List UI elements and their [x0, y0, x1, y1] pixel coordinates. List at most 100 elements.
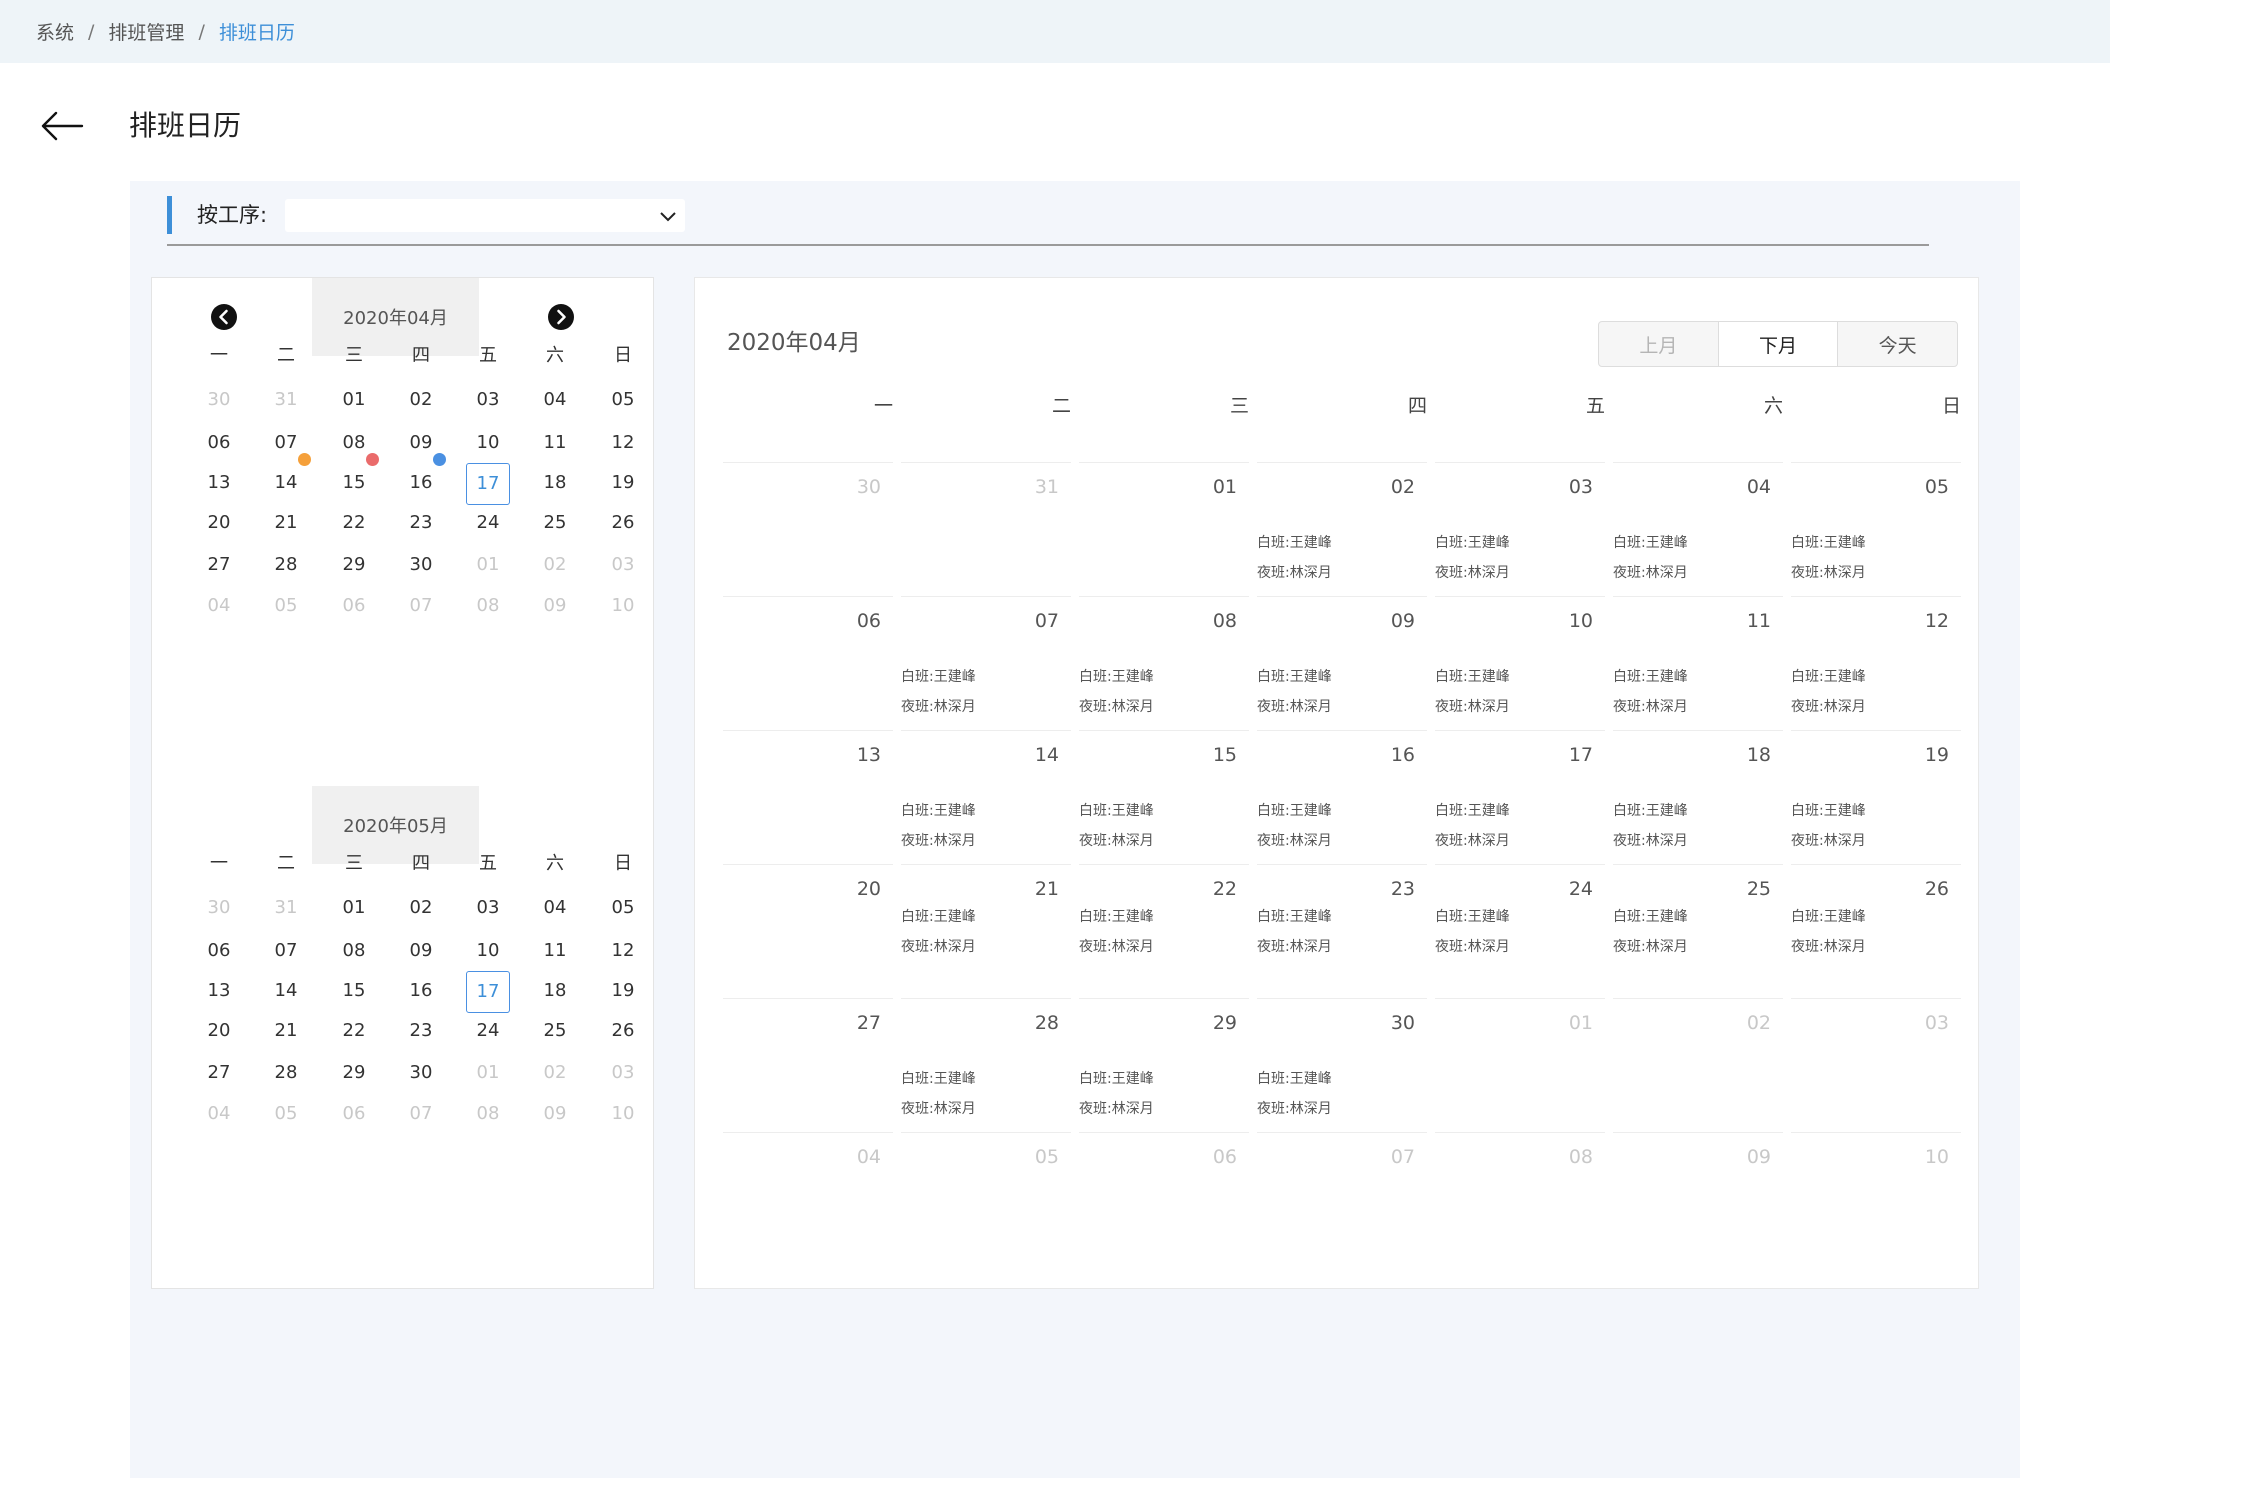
mini-calendar-day[interactable]: 28: [264, 545, 308, 585]
mini-calendar-day[interactable]: 30: [197, 380, 241, 420]
calendar-day-cell[interactable]: 14 白班:王建峰 夜班:林深月: [901, 730, 1071, 864]
mini-calendar-day[interactable]: 28: [264, 1053, 308, 1093]
mini-calendar-day[interactable]: 21: [264, 503, 308, 543]
mini-calendar-day[interactable]: 07: [399, 1094, 443, 1134]
mini-calendar-day[interactable]: 05: [601, 888, 645, 928]
mini-calendar-day[interactable]: 16: [399, 971, 443, 1011]
mini-calendar-day[interactable]: 19: [601, 971, 645, 1011]
calendar-day-cell[interactable]: 04 白班:王建峰 夜班:林深月: [1613, 462, 1783, 596]
mini-calendar-day[interactable]: 13: [197, 463, 241, 503]
calendar-day-cell[interactable]: 08: [1435, 1132, 1605, 1266]
mini-calendar-day[interactable]: 09: [533, 586, 577, 626]
mini-calendar-day[interactable]: 05: [264, 586, 308, 626]
mini-calendar-day[interactable]: 17: [466, 971, 510, 1013]
mini-calendar-day[interactable]: 30: [399, 545, 443, 585]
calendar-day-cell[interactable]: 01: [1435, 998, 1605, 1132]
process-select[interactable]: [285, 199, 685, 232]
mini-calendar-day[interactable]: 02: [533, 1053, 577, 1093]
calendar-day-cell[interactable]: 03 白班:王建峰 夜班:林深月: [1435, 462, 1605, 596]
mini-calendar-day[interactable]: 26: [601, 1011, 645, 1051]
calendar-day-cell[interactable]: 11 白班:王建峰 夜班:林深月: [1613, 596, 1783, 730]
mini-calendar-day[interactable]: 10: [601, 1094, 645, 1134]
breadcrumb-item-schedule-manage[interactable]: 排班管理: [108, 18, 184, 45]
calendar-day-cell[interactable]: 23 白班:王建峰 夜班:林深月: [1257, 864, 1427, 998]
calendar-day-cell[interactable]: 25 白班:王建峰 夜班:林深月: [1613, 864, 1783, 998]
mini-calendar-day[interactable]: 24: [466, 1011, 510, 1051]
calendar-day-cell[interactable]: 22 白班:王建峰 夜班:林深月: [1079, 864, 1249, 998]
mini-calendar-day[interactable]: 02: [399, 380, 443, 420]
calendar-day-cell[interactable]: 30 白班:王建峰 夜班:林深月: [1257, 998, 1427, 1132]
prev-month-button[interactable]: 上月: [1599, 322, 1718, 366]
today-button[interactable]: 今天: [1837, 322, 1957, 366]
calendar-day-cell[interactable]: 10: [1791, 1132, 1961, 1266]
mini-calendar-day[interactable]: 10: [601, 586, 645, 626]
calendar-day-cell[interactable]: 16 白班:王建峰 夜班:林深月: [1257, 730, 1427, 864]
mini-calendar-day[interactable]: 03: [601, 545, 645, 585]
mini-calendar-day[interactable]: 07: [399, 586, 443, 626]
mini-calendar-day[interactable]: 24: [466, 503, 510, 543]
mini-calendar-day[interactable]: 11: [533, 931, 577, 971]
calendar-day-cell[interactable]: 02 白班:王建峰 夜班:林深月: [1257, 462, 1427, 596]
mini-calendar-day[interactable]: 17: [466, 463, 510, 505]
calendar-day-cell[interactable]: 10 白班:王建峰 夜班:林深月: [1435, 596, 1605, 730]
calendar-day-cell[interactable]: 09: [1613, 1132, 1783, 1266]
mini-calendar-day[interactable]: 07: [264, 931, 308, 971]
calendar-day-cell[interactable]: 08 白班:王建峰 夜班:林深月: [1079, 596, 1249, 730]
mini-calendar-day[interactable]: 16: [399, 463, 443, 503]
mini-calendar-day[interactable]: 06: [197, 931, 241, 971]
calendar-day-cell[interactable]: 07 白班:王建峰 夜班:林深月: [901, 596, 1071, 730]
back-arrow-icon[interactable]: [40, 106, 84, 146]
mini-calendar-day[interactable]: 14: [264, 971, 308, 1011]
mini-calendar-day[interactable]: 10: [466, 931, 510, 971]
mini-calendar-day[interactable]: 05: [264, 1094, 308, 1134]
mini-calendar-day[interactable]: 04: [197, 1094, 241, 1134]
calendar-day-cell[interactable]: 06: [723, 596, 893, 730]
calendar-day-cell[interactable]: 01: [1079, 462, 1249, 596]
calendar-day-cell[interactable]: 12 白班:王建峰 夜班:林深月: [1791, 596, 1961, 730]
mini-calendar-day[interactable]: 02: [399, 888, 443, 928]
calendar-day-cell[interactable]: 18 白班:王建峰 夜班:林深月: [1613, 730, 1783, 864]
mini-calendar-day[interactable]: 04: [533, 888, 577, 928]
calendar-day-cell[interactable]: 31: [901, 462, 1071, 596]
mini-calendar-day[interactable]: 06: [332, 586, 376, 626]
mini-calendar-day[interactable]: 11: [533, 423, 577, 463]
calendar-day-cell[interactable]: 21 白班:王建峰 夜班:林深月: [901, 864, 1071, 998]
mini-calendar-day[interactable]: 13: [197, 971, 241, 1011]
mini-calendar-day[interactable]: 31: [264, 380, 308, 420]
mini-calendar-day[interactable]: 15: [332, 971, 376, 1011]
mini-calendar-day[interactable]: 12: [601, 423, 645, 463]
mini-calendar-day[interactable]: 22: [332, 1011, 376, 1051]
mini-calendar-day[interactable]: 15: [332, 463, 376, 503]
mini-calendar-day[interactable]: 04: [533, 380, 577, 420]
calendar-day-cell[interactable]: 17 白班:王建峰 夜班:林深月: [1435, 730, 1605, 864]
mini-calendar-day[interactable]: 05: [601, 380, 645, 420]
mini-calendar-day[interactable]: 14: [264, 463, 308, 503]
mini-calendar-day[interactable]: 20: [197, 503, 241, 543]
calendar-day-cell[interactable]: 26 白班:王建峰 夜班:林深月: [1791, 864, 1961, 998]
mini-calendar-day[interactable]: 01: [332, 380, 376, 420]
next-month-circle-icon[interactable]: [547, 303, 575, 331]
calendar-day-cell[interactable]: 09 白班:王建峰 夜班:林深月: [1257, 596, 1427, 730]
calendar-day-cell[interactable]: 02: [1613, 998, 1783, 1132]
mini-calendar-day[interactable]: 21: [264, 1011, 308, 1051]
calendar-day-cell[interactable]: 19 白班:王建峰 夜班:林深月: [1791, 730, 1961, 864]
mini-calendar-day[interactable]: 06: [332, 1094, 376, 1134]
prev-month-circle-icon[interactable]: [210, 303, 238, 331]
calendar-day-cell[interactable]: 30: [723, 462, 893, 596]
mini-calendar-day[interactable]: 06: [197, 423, 241, 463]
calendar-day-cell[interactable]: 06: [1079, 1132, 1249, 1266]
mini-calendar-day[interactable]: 03: [466, 380, 510, 420]
mini-calendar-day[interactable]: 31: [264, 888, 308, 928]
mini-calendar-day[interactable]: 03: [601, 1053, 645, 1093]
mini-calendar-day[interactable]: 30: [197, 888, 241, 928]
mini-calendar-day[interactable]: 18: [533, 971, 577, 1011]
mini-calendar-day[interactable]: 08: [466, 1094, 510, 1134]
calendar-day-cell[interactable]: 05 白班:王建峰 夜班:林深月: [1791, 462, 1961, 596]
mini-calendar-day[interactable]: 25: [533, 503, 577, 543]
calendar-day-cell[interactable]: 24 白班:王建峰 夜班:林深月: [1435, 864, 1605, 998]
mini-calendar-day[interactable]: 22: [332, 503, 376, 543]
mini-calendar-day[interactable]: 27: [197, 545, 241, 585]
mini-calendar-day[interactable]: 01: [466, 1053, 510, 1093]
calendar-day-cell[interactable]: 20: [723, 864, 893, 998]
mini-calendar-day[interactable]: 01: [332, 888, 376, 928]
